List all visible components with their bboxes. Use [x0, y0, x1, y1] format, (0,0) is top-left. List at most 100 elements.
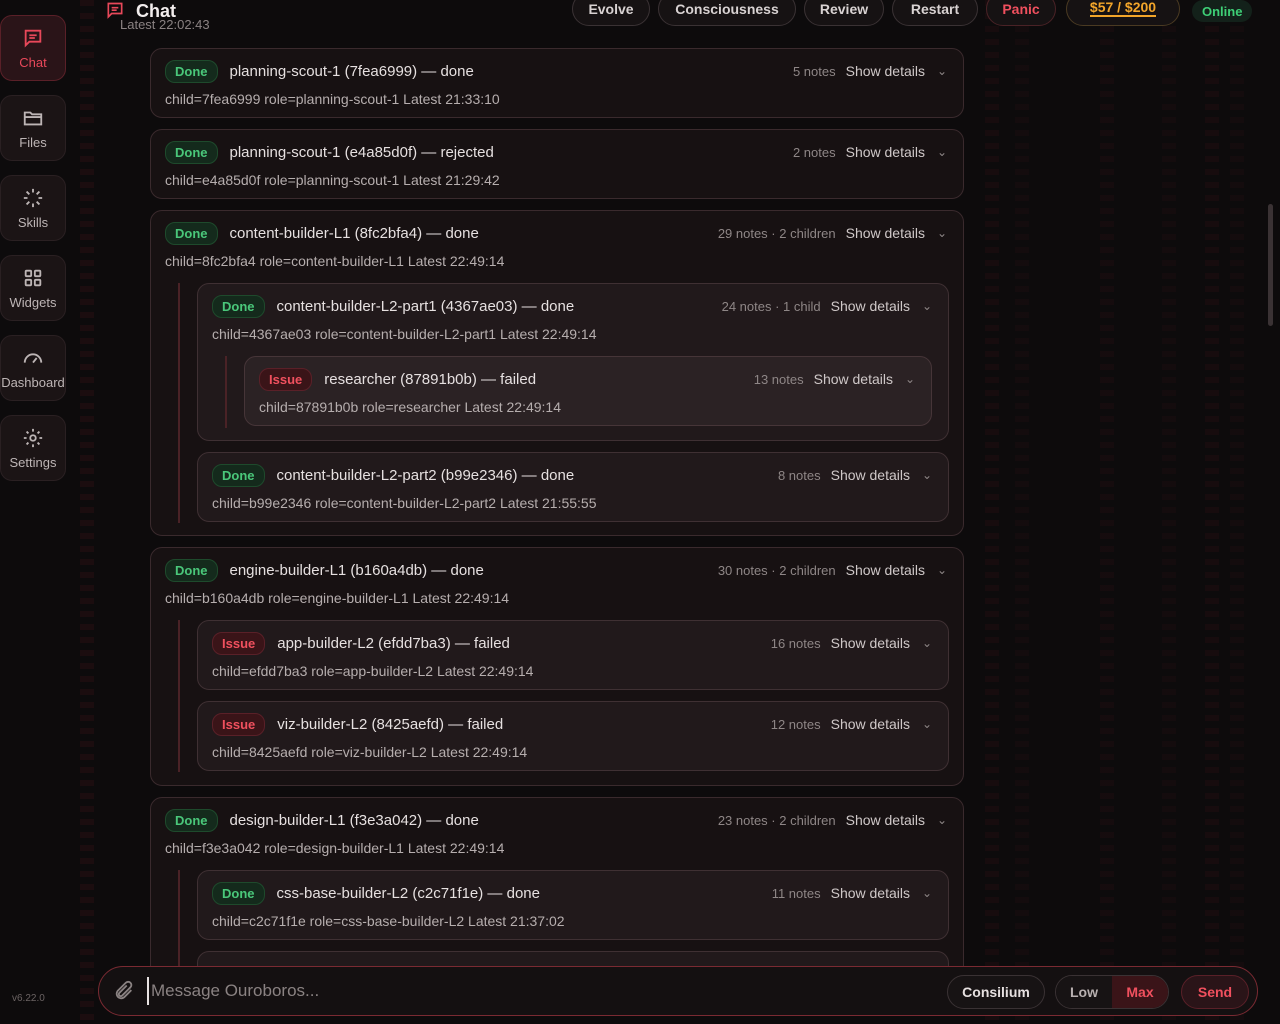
sidebar-item-files[interactable]: Files	[0, 95, 66, 161]
task-card: Done css-base-builder-L2 (c2c71f1e) — do…	[197, 870, 949, 940]
status-badge: Done	[212, 294, 265, 318]
show-details-button[interactable]: Show details	[846, 63, 925, 79]
sidebar-item-label: Dashboard	[1, 374, 65, 390]
notes-count: 13 notes	[753, 371, 804, 387]
evolve-button[interactable]: Evolve	[572, 0, 650, 26]
chevron-down-icon[interactable]: ⌄	[903, 372, 917, 386]
grid-icon	[24, 269, 42, 286]
show-details-button[interactable]: Show details	[846, 225, 925, 241]
show-details-button[interactable]: Show details	[831, 635, 910, 651]
task-meta: child=8425aefd role=viz-builder-L2 Lates…	[212, 744, 528, 760]
sidebar-item-label: Skills	[17, 214, 49, 230]
tree-connector	[178, 870, 180, 966]
notes-count: 24 notes · 1 child	[721, 298, 821, 314]
task-title: planning-scout-1 (e4a85d0f) — rejected	[229, 143, 494, 161]
attach-icon[interactable]	[113, 980, 135, 1002]
status-badge: Issue	[212, 631, 266, 655]
sidebar-item-dashboard[interactable]: Dashboard	[0, 335, 66, 401]
status-badge: Done	[165, 558, 218, 582]
chevron-down-icon[interactable]: ⌄	[935, 226, 949, 240]
notes-count: 2 notes	[792, 144, 836, 160]
notes-count: 23 notes · 2 children	[717, 812, 836, 828]
panic-button[interactable]: Panic	[986, 0, 1056, 26]
task-card: Done content-builder-L2-part1 (4367ae03)…	[197, 283, 949, 441]
show-details-button[interactable]: Show details	[846, 562, 925, 578]
review-button[interactable]: Review	[804, 0, 884, 26]
show-details-button[interactable]: Show details	[831, 298, 910, 314]
notes-count: 11 notes	[771, 885, 821, 901]
task-meta: child=b99e2346 role=content-builder-L2-p…	[212, 495, 597, 511]
tree-connector	[178, 283, 180, 523]
notes-count: 5 notes	[792, 63, 836, 79]
chevron-down-icon[interactable]: ⌄	[935, 64, 949, 78]
sidebar-item-label: Chat	[19, 54, 47, 70]
task-group-card: Done content-builder-L1 (8fc2bfa4) — don…	[150, 210, 964, 536]
restart-button[interactable]: Restart	[892, 0, 978, 26]
status-badge: Done	[165, 59, 218, 83]
status-badge: Done	[165, 221, 218, 245]
task-card: Done planning-scout-1 (7fea6999) — done …	[150, 48, 964, 118]
chevron-down-icon[interactable]: ⌄	[920, 717, 934, 731]
gauge-icon	[23, 353, 43, 363]
chevron-down-icon[interactable]: ⌄	[935, 813, 949, 827]
task-meta: child=87891b0b role=researcher Latest 22…	[259, 399, 561, 415]
task-title: content-builder-L1 (8fc2bfa4) — done	[229, 224, 479, 242]
sidebar-item-skills[interactable]: Skills	[0, 175, 66, 241]
show-details-button[interactable]: Show details	[831, 467, 910, 483]
sidebar-item-widgets[interactable]: Widgets	[0, 255, 66, 321]
scrollbar[interactable]	[1268, 204, 1273, 326]
task-card	[197, 951, 949, 966]
show-details-button[interactable]: Show details	[831, 716, 910, 732]
show-details-button[interactable]: Show details	[814, 371, 893, 387]
task-title: researcher (87891b0b) — failed	[324, 370, 537, 388]
task-title: planning-scout-1 (7fea6999) — done	[229, 62, 474, 80]
tree-connector	[225, 356, 227, 428]
task-meta: child=4367ae03 role=content-builder-L2-p…	[212, 326, 597, 342]
spinner-icon	[23, 188, 43, 207]
show-details-button[interactable]: Show details	[846, 144, 925, 160]
chevron-down-icon[interactable]: ⌄	[935, 563, 949, 577]
message-input[interactable]	[147, 977, 927, 1005]
send-button[interactable]: Send	[1181, 975, 1249, 1009]
task-card: Issue viz-builder-L2 (8425aefd) — failed…	[197, 701, 949, 771]
status-badge: Issue	[212, 712, 266, 736]
effort-low-button[interactable]: Low	[1056, 976, 1112, 1008]
consilium-button[interactable]: Consilium	[947, 975, 1045, 1009]
consciousness-button[interactable]: Consciousness	[658, 0, 796, 26]
notes-count: 29 notes · 2 children	[717, 225, 836, 241]
chevron-down-icon[interactable]: ⌄	[920, 636, 934, 650]
status-badge: Done	[212, 881, 265, 905]
folder-icon	[23, 111, 43, 125]
task-title: engine-builder-L1 (b160a4db) — done	[229, 561, 484, 579]
task-card: Done planning-scout-1 (e4a85d0f) — rejec…	[150, 129, 964, 199]
sidebar-item-label: Files	[19, 134, 47, 150]
task-card: Done content-builder-L2-part2 (b99e2346)…	[197, 452, 949, 522]
budget-value: $57 / $200	[1089, 0, 1157, 17]
chevron-down-icon[interactable]: ⌄	[935, 145, 949, 159]
sidebar-item-label: Widgets	[9, 294, 57, 310]
task-group-card: Done engine-builder-L1 (b160a4db) — done…	[150, 547, 964, 786]
sidebar: Chat Files Skills Widgets Dashboard Sett…	[0, 0, 72, 1024]
notes-count: 30 notes · 2 children	[717, 562, 836, 578]
task-meta: child=c2c71f1e role=css-base-builder-L2 …	[212, 913, 565, 929]
budget-indicator[interactable]: $57 / $200	[1066, 0, 1180, 26]
task-card: Issue app-builder-L2 (efdd7ba3) — failed…	[197, 620, 949, 690]
task-title: css-base-builder-L2 (c2c71f1e) — done	[276, 884, 540, 902]
status-badge: Online	[1192, 0, 1253, 22]
effort-max-button[interactable]: Max	[1112, 976, 1168, 1008]
notes-count: 12 notes	[770, 716, 821, 732]
chevron-down-icon[interactable]: ⌄	[920, 299, 934, 313]
sidebar-item-chat[interactable]: Chat	[0, 15, 66, 81]
header-subtitle: Latest 22:02:43	[120, 17, 210, 32]
notes-count: 16 notes	[770, 635, 821, 651]
show-details-button[interactable]: Show details	[846, 812, 925, 828]
chevron-down-icon[interactable]: ⌄	[920, 886, 934, 900]
task-meta: child=e4a85d0f role=planning-scout-1 Lat…	[165, 172, 500, 188]
task-title: content-builder-L2-part2 (b99e2346) — do…	[276, 466, 575, 484]
chat-icon	[24, 29, 42, 48]
show-details-button[interactable]: Show details	[831, 885, 910, 901]
task-meta: child=efdd7ba3 role=app-builder-L2 Lates…	[212, 663, 534, 679]
chevron-down-icon[interactable]: ⌄	[920, 468, 934, 482]
sidebar-item-settings[interactable]: Settings	[0, 415, 66, 481]
status-badge: Done	[165, 140, 218, 164]
